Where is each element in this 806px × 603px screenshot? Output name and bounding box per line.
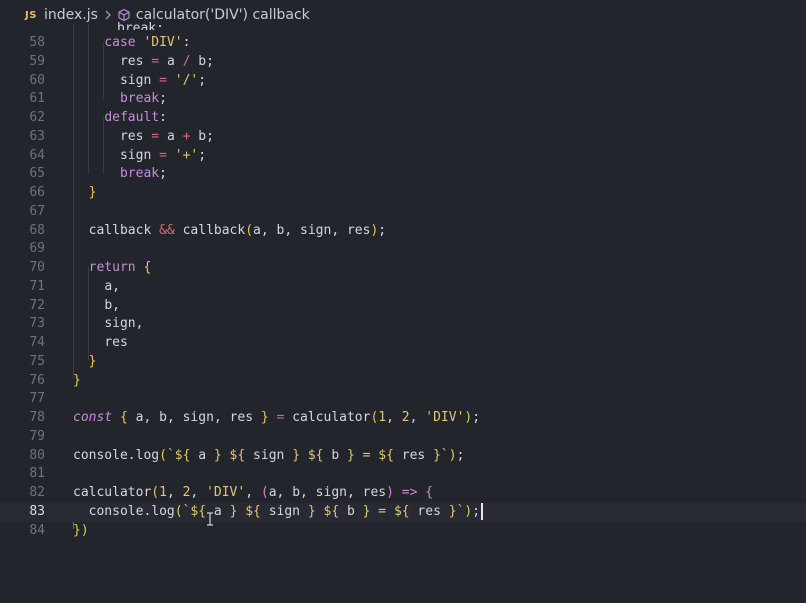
code-text[interactable]: default:	[73, 109, 167, 128]
code-line[interactable]: 58 case 'DIV':	[0, 34, 806, 53]
line-number: 64	[29, 147, 45, 163]
line-number: 80	[29, 447, 45, 463]
code-line[interactable]: 74 res	[0, 334, 806, 353]
code-line[interactable]: 64 sign = '+';	[0, 147, 806, 166]
javascript-file-icon: JS	[25, 9, 37, 21]
code-text[interactable]: break;	[73, 165, 167, 184]
line-number: 60	[29, 72, 45, 88]
line-number: 69	[29, 241, 45, 257]
code-line[interactable]: 81	[0, 465, 806, 484]
code-line[interactable]: 67	[0, 203, 806, 222]
line-number: 66	[29, 185, 45, 200]
line-number: 65	[29, 166, 45, 182]
code-line[interactable]: 83 console.log(`${ a } ${ sign } ${ b } …	[0, 502, 806, 522]
code-line[interactable]: 84})	[0, 522, 806, 541]
code-text[interactable]: callback && callback(a, b, sign, res);	[73, 222, 386, 241]
breadcrumb-file[interactable]: index.js	[44, 7, 98, 23]
line-number: 58	[29, 35, 45, 50]
code-text[interactable]: calculator(1, 2, 'DIV', (a, b, sign, res…	[73, 484, 433, 503]
code-line[interactable]: 65 break;	[0, 165, 806, 184]
code-editor[interactable]: 58 case 'DIV': 59 res = a / b; 60 sign = '…	[0, 24, 806, 550]
code-text[interactable]: console.log(`${ a } ${ sign } ${ b } = $…	[73, 447, 464, 466]
code-text[interactable]: const { a, b, sign, res } = calculator(1…	[73, 409, 480, 428]
code-text[interactable]: }	[73, 372, 81, 391]
text-cursor-icon	[206, 511, 214, 530]
code-text[interactable]: b,	[73, 297, 120, 316]
code-text[interactable]: res = a + b;	[73, 128, 214, 147]
code-line[interactable]: 72 b,	[0, 297, 806, 316]
code-line[interactable]: 62 default:	[0, 109, 806, 128]
line-number: 75	[29, 353, 45, 369]
code-line[interactable]: 68 callback && callback(a, b, sign, res)…	[0, 222, 806, 241]
cube-icon	[117, 8, 131, 22]
line-number: 62	[29, 110, 45, 125]
line-number: 67	[29, 203, 45, 219]
line-number: 79	[29, 428, 45, 444]
code-line[interactable]: 66 }	[0, 184, 806, 203]
code-text[interactable]: sign = '/';	[73, 72, 206, 91]
code-text[interactable]: console.log(`${ a } ${ sign } ${ b } = $…	[73, 502, 484, 522]
code-text[interactable]: res = a / b;	[73, 53, 214, 72]
code-text[interactable]: return {	[73, 259, 152, 278]
line-number: 61	[29, 91, 45, 107]
code-line[interactable]: 61 break;	[0, 90, 806, 109]
code-text[interactable]: break;	[73, 90, 167, 109]
line-number: 73	[29, 316, 45, 332]
code-text[interactable]: sign,	[73, 315, 143, 334]
code-line[interactable]: 77	[0, 390, 806, 409]
line-number: 78	[29, 410, 45, 425]
code-line[interactable]: 79	[0, 428, 806, 447]
code-text[interactable]: sign = '+';	[73, 147, 206, 166]
code-text[interactable]: }	[73, 184, 97, 203]
line-number: 77	[29, 391, 45, 407]
code-line[interactable]: 75 }	[0, 353, 806, 372]
chevron-right-icon	[104, 9, 112, 21]
code-line[interactable]: 78 const { a, b, sign, res } = calculator…	[0, 409, 806, 428]
code-line[interactable]: 69	[0, 240, 806, 259]
code-line[interactable]: 80 console.log(`${ a } ${ sign } ${ b } =…	[0, 447, 806, 466]
code-line[interactable]: 60 sign = '/';	[0, 72, 806, 91]
line-number: 84	[29, 522, 45, 538]
line-number: 81	[29, 466, 45, 482]
code-line[interactable]: 73 sign,	[0, 315, 806, 334]
code-line[interactable]: 59 res = a / b;	[0, 53, 806, 72]
line-number: 82	[29, 485, 45, 500]
code-text[interactable]: res	[73, 334, 127, 353]
code-text[interactable]: a,	[73, 278, 120, 297]
line-number: 83	[29, 503, 45, 519]
line-number: 71	[29, 278, 45, 294]
code-line[interactable]: 82 calculator(1, 2, 'DIV', (a, b, sign, r…	[0, 484, 806, 503]
code-text[interactable]: case 'DIV':	[73, 34, 190, 53]
line-number: 72	[29, 297, 45, 313]
line-number: 59	[29, 53, 45, 69]
code-text[interactable]: }	[73, 353, 97, 372]
line-number: 68	[29, 222, 45, 238]
code-line[interactable]: 71 a,	[0, 278, 806, 297]
line-number: 63	[29, 128, 45, 144]
code-line[interactable]: 63 res = a + b;	[0, 128, 806, 147]
code-line[interactable]: 76}	[0, 372, 806, 391]
text-cursor	[481, 502, 484, 520]
line-number: 70	[29, 260, 45, 275]
code-text[interactable]: })	[73, 522, 89, 541]
line-number: 74	[29, 335, 45, 350]
line-number: 76	[29, 372, 45, 388]
code-line[interactable]: 70 return {	[0, 259, 806, 278]
